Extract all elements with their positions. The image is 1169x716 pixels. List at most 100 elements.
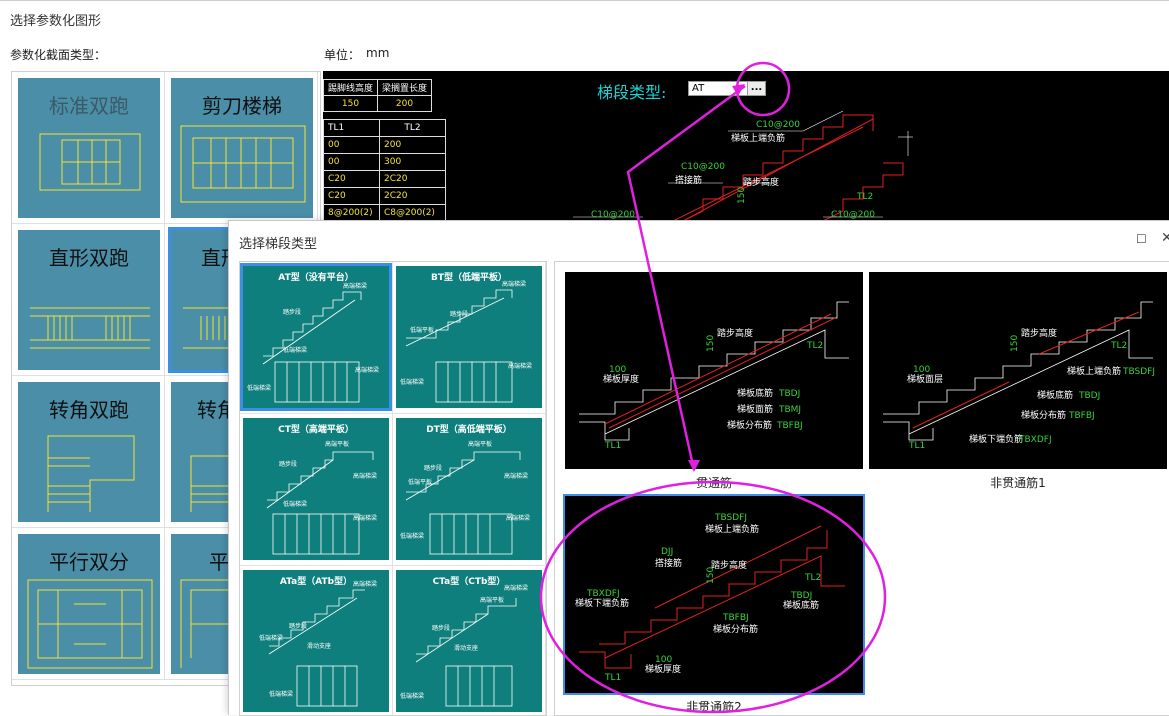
segment-type-cell[interactable]: ATa型（ATb型） 高端梯梁 踏步段 低端梯梁 滑动支座 低端梯梁 <box>240 566 393 715</box>
annotation-high-beam: 高端梯梁 <box>353 472 377 480</box>
corner-double-plan-icon <box>47 435 135 512</box>
face-rebar-code: TBMJ <box>778 405 801 415</box>
segment-type-at[interactable]: AT型（没有平台） 高端梯梁 踏步段 低端梯梁 高端梯梁 低端梯梁 <box>240 263 392 411</box>
segment-type-cell[interactable]: DT型（高低端平板） 高端平板 踏步段 低端平板 高端梯梁 高端梯梁 低端梯梁 <box>393 414 546 566</box>
segment-type-ct[interactable]: CT型（高端平板） 高端平板 踏步段 高端梯梁 低端梯梁 高端梯梁 <box>243 418 389 560</box>
tl1-label: TL1 <box>604 441 621 451</box>
stair-type-cell[interactable]: 标准双跑 <box>12 72 165 224</box>
lower-rebar-code: TBXDFJ <box>1018 435 1052 445</box>
segment-type-cell[interactable]: CTa型（CTb型） 高端梯梁 高端平板 踏步段 滑动支座 低端梯梁 <box>393 566 546 715</box>
stair-type-cell[interactable]: 剪刀楼梯 <box>165 72 318 224</box>
dist-rebar-name: 梯板分布筋 <box>713 623 758 635</box>
annotation-high-beam: 高端梯梁 <box>508 362 532 370</box>
dim-100: 100 <box>655 655 672 665</box>
non-through-1-diagram: 踏步高度 150 TL2 100 梯板面层 梯板上端负筋 TBSDFJ 梯板底筋… <box>883 301 1155 451</box>
bottom-rebar-code: TBDJ <box>790 591 812 601</box>
ata-type-diagram: 高端梯梁 踏步段 低端梯梁 滑动支座 低端梯梁 <box>259 580 377 707</box>
annotation-high-beam: 高端梯梁 <box>343 282 367 290</box>
dialog-title: 选择梯段类型 <box>239 237 318 252</box>
annotation-high-plate: 高端平板 <box>468 440 492 448</box>
rebar-option-caption: 非贯通筋2 <box>686 700 742 714</box>
stair-type-cell[interactable]: 直形双跑 <box>12 224 165 376</box>
rebar-option-caption: 非贯通筋1 <box>990 476 1046 490</box>
step-height-label: 踏步高度 <box>711 559 747 571</box>
bottom-rebar-name: 梯板底筋 <box>1037 389 1073 401</box>
non-through-2-diagram: TBSDFJ 梯板上端负筋 DJJ 搭接筋 踏步高度 150 TL2 TBDJ … <box>575 513 845 683</box>
stair-type-cell[interactable]: 转角双跑 <box>12 376 165 528</box>
stair-type-tile-standard-double[interactable]: 标准双跑 <box>18 78 160 218</box>
upper-rebar-name: 梯板上端负筋 <box>1067 365 1121 377</box>
annotation-high-beam: 高端梯梁 <box>506 514 530 522</box>
left-rebar-code: C10@200 <box>591 210 635 220</box>
tl1-label: TL1 <box>908 441 925 451</box>
annotation-step: 踏步段 <box>450 310 468 318</box>
plate-thickness-label: 梯板厚度 <box>645 663 681 675</box>
annotation-slide-support: 滑动支座 <box>307 642 331 650</box>
right-rebar-code: C10@200 <box>831 210 875 220</box>
parallel-split-plan-icon <box>27 579 153 669</box>
dist-rebar-name: 梯板分布筋 <box>727 419 772 431</box>
annotation-high-beam: 高端梯梁 <box>504 472 528 480</box>
rebar-option-panel: 踏步高度 150 TL2 100 梯板厚度 梯板底筋 TBDJ 梯板面筋 TBM… <box>554 261 1169 716</box>
dim-150: 150 <box>706 335 716 352</box>
dist-rebar-code: TBFBJ <box>722 613 749 623</box>
segment-type-cta[interactable]: CTa型（CTb型） 高端梯梁 高端平板 踏步段 滑动支座 低端梯梁 <box>396 570 542 712</box>
link-name: 搭接筋 <box>675 174 702 186</box>
dim-100: 100 <box>609 365 626 375</box>
annotation-low-beam: 低端梯梁 <box>259 634 283 642</box>
annotation-low-beam: 低端梯梁 <box>400 378 424 386</box>
straight-double-plan-icon <box>30 307 150 349</box>
unit-value: mm <box>366 46 390 60</box>
ct-type-diagram: 高端平板 踏步段 高端梯梁 低端梯梁 高端梯梁 <box>266 440 377 555</box>
segment-type-cell[interactable]: AT型（没有平台） 高端梯梁 踏步段 低端梯梁 高端梯梁 低端梯梁 <box>240 262 393 414</box>
segment-type-dialog: 选择梯段类型 ☐ ✕ AT型（没有平台） 高端梯梁 踏步段 低端梯梁 高端梯梁 <box>228 220 1169 716</box>
rebar-option-caption: 贯通筋 <box>695 476 732 490</box>
stair-type-cell[interactable]: 平行双分 <box>12 528 165 680</box>
rebar-option-non-through-1[interactable]: 踏步高度 150 TL2 100 梯板面层 梯板上端负筋 TBSDFJ 梯板底筋… <box>869 272 1167 469</box>
close-icon[interactable]: ✕ <box>1161 230 1169 246</box>
stair-type-tile-parallel-split[interactable]: 平行双分 <box>18 534 160 674</box>
annotation-low-beam: 低端梯梁 <box>283 500 307 508</box>
rebar-option-through[interactable]: 踏步高度 150 TL2 100 梯板厚度 梯板底筋 TBDJ 梯板面筋 TBM… <box>565 272 863 469</box>
annotation-high-plate: 高端平板 <box>480 596 504 604</box>
lower-rebar-code: TBXDFJ <box>586 589 620 599</box>
dist-rebar-code: TBFBJ <box>1068 411 1095 421</box>
through-rebar-diagram: 踏步高度 150 TL2 100 梯板厚度 梯板底筋 TBDJ 梯板面筋 TBM… <box>579 301 849 451</box>
scissor-plan-icon <box>180 125 306 203</box>
link-code: DJJ <box>661 547 673 557</box>
tl1-label: TL1 <box>604 673 621 683</box>
bt-type-diagram: 高端梯梁 低端平板 踏步段 高端梯梁 低端梯梁 <box>400 280 532 403</box>
annotation-low-beam: 低端梯梁 <box>400 532 424 540</box>
rebar-option-non-through-2[interactable]: TBSDFJ 梯板上端负筋 DJJ 搭接筋 踏步高度 150 TL2 TBDJ … <box>563 494 865 695</box>
plate-face-label: 梯板面层 <box>907 373 943 385</box>
link-code: C10@200 <box>681 162 725 172</box>
bottom-rebar-name: 梯板底筋 <box>737 387 773 399</box>
annotation-low-beam: 低端梯梁 <box>269 690 293 698</box>
unit-label: 单位： <box>324 48 361 62</box>
annotation-step: 踏步段 <box>432 624 450 632</box>
segment-type-cell[interactable]: BT型（低端平板） 高端梯梁 低端平板 踏步段 高端梯梁 低端梯梁 <box>393 262 546 414</box>
stair-type-tile-straight-double[interactable]: 直形双跑 <box>18 230 160 370</box>
annotation-high-beam: 高端梯梁 <box>353 580 377 588</box>
dim-150: 150 <box>737 187 747 204</box>
annotation-step: 踏步段 <box>424 464 442 472</box>
annotation-low-beam: 低端梯梁 <box>283 346 307 354</box>
segment-type-ata[interactable]: ATa型（ATb型） 高端梯梁 踏步段 低端梯梁 滑动支座 低端梯梁 <box>243 570 389 712</box>
annotation-step: 踏步段 <box>289 622 307 630</box>
upper-rebar-name: 梯板上端负筋 <box>705 523 759 535</box>
annotation-high-beam: 高端梯梁 <box>502 280 526 288</box>
bottom-rebar-name: 梯板底筋 <box>783 599 819 611</box>
stair-type-tile-corner-double[interactable]: 转角双跑 <box>18 382 160 522</box>
plate-thickness-label: 梯板厚度 <box>603 373 639 385</box>
link-name: 搭接筋 <box>655 557 682 569</box>
segment-type-bt[interactable]: BT型（低端平板） 高端梯梁 低端平板 踏步段 高端梯梁 低端梯梁 <box>396 266 542 408</box>
annotation-low-plate: 低端平板 <box>410 326 434 334</box>
maximize-icon[interactable]: ☐ <box>1136 232 1147 246</box>
stair-type-tile-scissor[interactable]: 剪刀楼梯 <box>171 78 313 218</box>
segment-type-dt[interactable]: DT型（高低端平板） 高端平板 踏步段 低端平板 高端梯梁 高端梯梁 低端梯梁 <box>396 418 542 560</box>
annotation-slide-support: 滑动支座 <box>454 644 478 652</box>
segment-type-cell[interactable]: CT型（高端平板） 高端平板 踏步段 高端梯梁 低端梯梁 高端梯梁 <box>240 414 393 566</box>
top-divider <box>0 0 1169 1</box>
top-rebar-name: 梯板上端负筋 <box>731 132 785 144</box>
annotation-high-plate: 高端平板 <box>325 440 349 448</box>
